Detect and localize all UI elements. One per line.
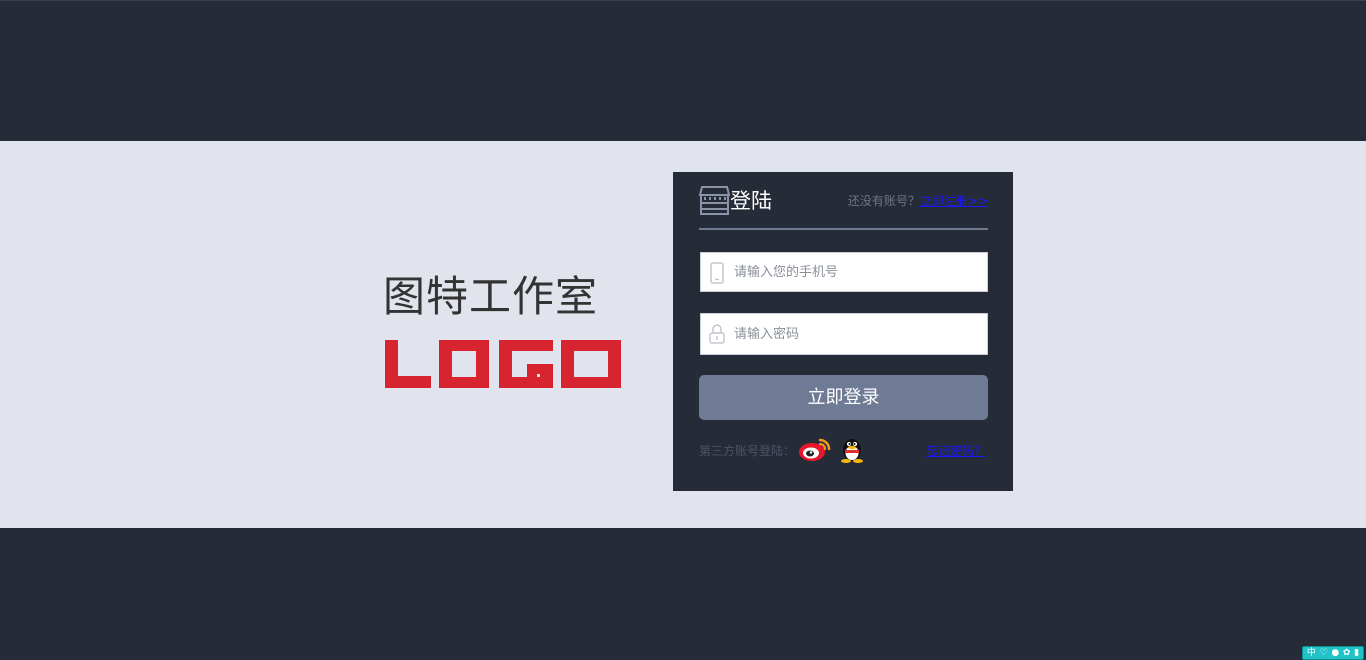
register-link[interactable]: 立即注册>> <box>920 194 988 208</box>
top-band <box>0 0 1366 141</box>
brand-block: 图特工作室 <box>383 272 623 388</box>
studio-name: 图特工作室 <box>383 272 599 321</box>
ime-heart-icon[interactable]: ♡ <box>1320 647 1328 659</box>
third-party-login: 第三方账号登陆： 忘记密码？ <box>699 434 988 464</box>
bottom-band <box>0 528 1366 660</box>
ime-mode-item[interactable]: 中 <box>1307 647 1316 659</box>
lock-icon <box>709 324 725 344</box>
ime-settings-icon[interactable]: ✿ <box>1343 647 1351 659</box>
store-icon <box>699 186 730 215</box>
no-account-text: 还没有账号？ <box>847 194 920 208</box>
phone-field <box>700 252 988 292</box>
qq-icon[interactable] <box>839 435 865 463</box>
ime-user-icon[interactable]: ● <box>1331 647 1339 659</box>
password-input[interactable] <box>734 314 984 354</box>
forgot-password-link[interactable]: 忘记密码？ <box>926 443 986 459</box>
third-party-label: 第三方账号登陆： <box>699 444 796 458</box>
logo-wordmark <box>385 340 621 388</box>
ime-menu-icon[interactable]: ▮ <box>1354 647 1359 659</box>
login-title: 登陆 <box>730 189 772 213</box>
login-panel: 登陆 还没有账号？立即注册>> 立即登录 第三方账号登陆： <box>673 172 1013 491</box>
register-prompt: 还没有账号？立即注册>> <box>848 193 988 209</box>
login-header: 登陆 还没有账号？立即注册>> <box>699 184 988 230</box>
phone-input[interactable] <box>734 253 984 291</box>
login-submit-button[interactable]: 立即登录 <box>699 375 988 420</box>
weibo-icon[interactable] <box>798 434 832 462</box>
password-field <box>700 313 988 355</box>
ime-toolbar[interactable]: 中 ♡ ● ✿ ▮ <box>1302 646 1364 660</box>
phone-icon <box>710 262 724 284</box>
